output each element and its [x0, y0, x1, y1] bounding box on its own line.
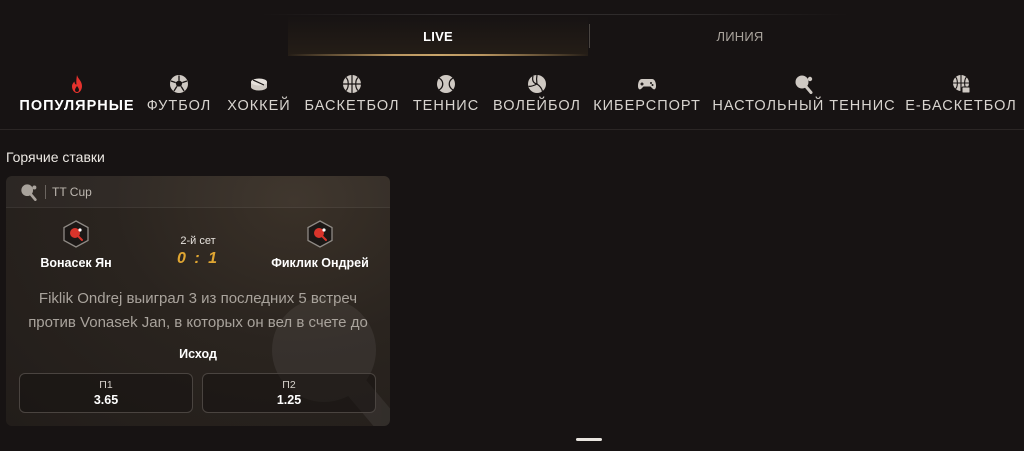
- odd-value: 3.65: [93, 393, 119, 407]
- e-basketball-icon: [951, 74, 971, 94]
- sport-e-basketball[interactable]: Е-БАСКЕТБОЛ: [904, 72, 1018, 122]
- odd-label: П2: [282, 379, 296, 391]
- sport-label: КИБЕРСПОРТ: [593, 98, 701, 114]
- hot-bet-card[interactable]: TT Cup Вонасек Ян 2-й сет 0 : 1 Фиклик О…: [6, 176, 390, 426]
- tab-active-underline: [288, 54, 588, 56]
- tab-live-label: LIVE: [423, 28, 453, 44]
- section-title: Горячие ставки: [6, 149, 105, 165]
- sport-label: ВОЛЕЙБОЛ: [493, 98, 581, 114]
- sport-basketball[interactable]: БАСКЕТБОЛ: [302, 72, 402, 122]
- tab-live[interactable]: LIVE: [288, 16, 588, 56]
- volleyball-icon: [527, 74, 547, 94]
- sport-football[interactable]: ФУТБОЛ: [142, 72, 216, 122]
- odd-value: 1.25: [276, 393, 302, 407]
- team-badge-icon: [307, 220, 333, 248]
- odd-label: П1: [99, 379, 113, 391]
- sport-label: НАСТОЛЬНЫЙ ТЕННИС: [712, 98, 896, 114]
- sport-label: ПОПУЛЯРНЫЕ: [19, 98, 135, 114]
- sport-hockey[interactable]: ХОККЕЙ: [222, 72, 296, 122]
- bet-insight-text: Fiklik Ondrej выиграл 3 из последних 5 в…: [28, 290, 368, 331]
- header-separator: [45, 185, 46, 199]
- sport-esports[interactable]: КИБЕРСПОРТ: [590, 72, 704, 122]
- odd-button-p2[interactable]: П2 1.25: [202, 373, 376, 413]
- sport-popular[interactable]: ПОПУЛЯРНЫЕ: [18, 72, 136, 122]
- hockey-puck-icon: [249, 74, 269, 94]
- mode-tabs: LIVE ЛИНИЯ: [0, 0, 1024, 60]
- team-badge-icon: [63, 220, 89, 248]
- sport-volleyball[interactable]: ВОЛЕЙБОЛ: [490, 72, 584, 122]
- odd-button-p1[interactable]: П1 3.65: [19, 373, 193, 413]
- sport-label: БАСКЕТБОЛ: [304, 98, 400, 114]
- table-tennis-icon: [21, 184, 37, 201]
- card-header: TT Cup: [6, 176, 390, 208]
- tab-line[interactable]: ЛИНИЯ: [590, 16, 890, 56]
- match-score: 0 : 1: [176, 250, 219, 267]
- tennis-ball-icon: [436, 74, 456, 94]
- carousel-indicator[interactable]: [576, 438, 602, 441]
- tab-line-label: ЛИНИЯ: [716, 28, 764, 44]
- table-tennis-icon: [794, 74, 814, 94]
- sport-table-tennis[interactable]: НАСТОЛЬНЫЙ ТЕННИС: [710, 72, 898, 122]
- match-period: 2-й сет: [180, 235, 216, 247]
- sports-divider: [0, 129, 1024, 130]
- fire-icon: [67, 74, 87, 94]
- league-name: TT Cup: [52, 185, 92, 199]
- sport-label: ХОККЕЙ: [227, 98, 291, 114]
- market-title: Исход: [179, 347, 217, 361]
- home-team-name: Вонасек Ян: [40, 256, 112, 270]
- sport-label: Е-БАСКЕТБОЛ: [905, 98, 1017, 114]
- sport-label: ТЕННИС: [412, 98, 480, 114]
- sport-tennis[interactable]: ТЕННИС: [408, 72, 484, 122]
- gamepad-icon: [637, 74, 657, 94]
- away-team-name: Фиклик Ондрей: [271, 256, 369, 270]
- soccer-ball-icon: [169, 74, 189, 94]
- sport-label: ФУТБОЛ: [146, 98, 212, 114]
- basketball-icon: [342, 74, 362, 94]
- away-team: Фиклик Ондрей: [250, 220, 390, 270]
- top-rule: [260, 14, 850, 15]
- home-team: Вонасек Ян: [6, 220, 146, 270]
- sport-categories: ПОПУЛЯРНЫЕ ФУТБОЛ ХОККЕЙ БАСКЕТБОЛ ТЕННИ…: [0, 72, 1024, 122]
